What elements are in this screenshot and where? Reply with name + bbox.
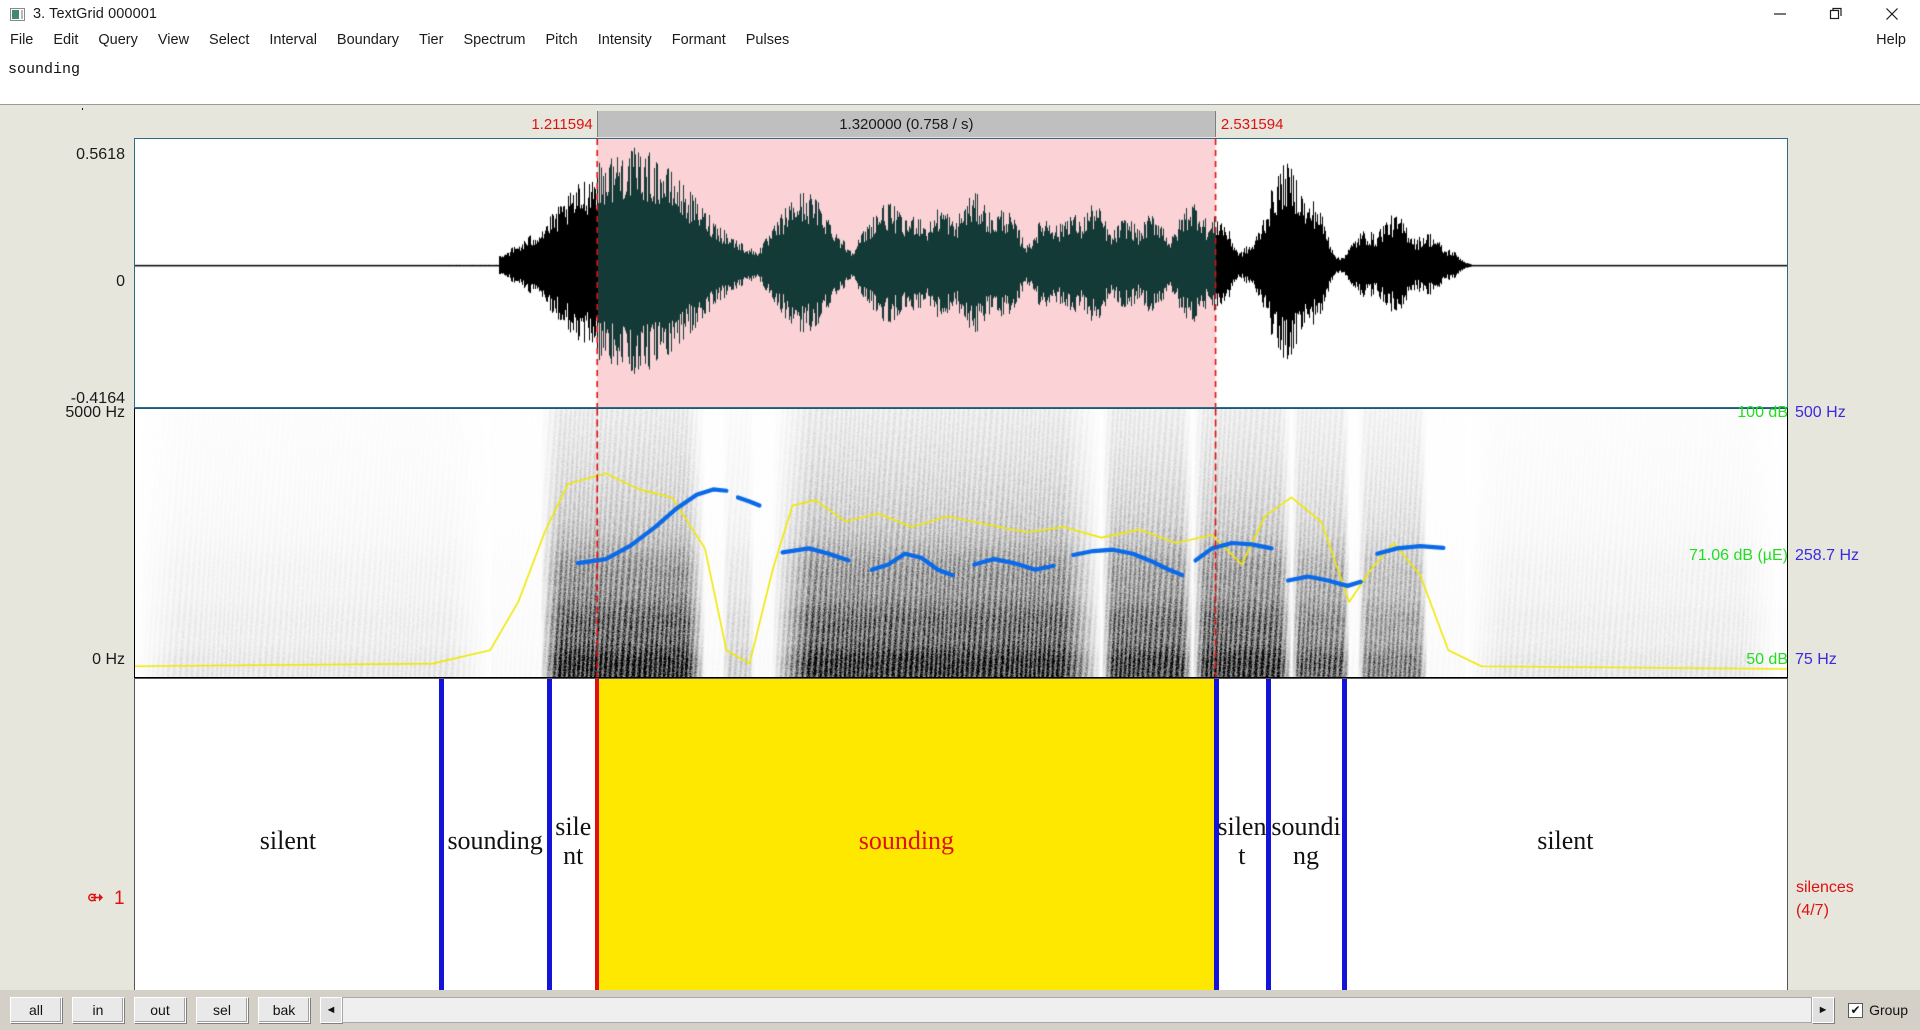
- tier-cursor-boundary[interactable]: [595, 679, 600, 1004]
- zoom-out-button[interactable]: out: [134, 997, 186, 1023]
- spectrogram-freqmin-label: 0 Hz: [92, 651, 125, 668]
- menu-formant[interactable]: Formant: [662, 28, 736, 53]
- intensity-min-label: 50 dB: [1746, 651, 1788, 668]
- spectrogram-freqmax-label: 5000 Hz: [65, 404, 125, 421]
- menu-interval[interactable]: Interval: [259, 28, 327, 53]
- menu-intensity[interactable]: Intensity: [588, 28, 662, 53]
- tier-name-line1: silences: [1796, 879, 1854, 896]
- spectrogram-canvas[interactable]: [135, 409, 1787, 677]
- pitch-max-label: 500 Hz: [1795, 404, 1846, 421]
- close-icon[interactable]: [1864, 0, 1920, 28]
- tier-interval[interactable]: sounding: [597, 679, 1216, 1004]
- app-icon: [10, 7, 25, 21]
- tier-boundary[interactable]: [1213, 679, 1219, 1004]
- scroll-left-arrow[interactable]: ◄: [320, 997, 342, 1023]
- tier-boundary[interactable]: [1266, 679, 1272, 1004]
- tier-interval[interactable]: silen t: [1216, 679, 1269, 1004]
- pitch-min-label: 75 Hz: [1795, 651, 1837, 668]
- horizontal-scrollbar[interactable]: [342, 997, 1813, 1023]
- menu-file[interactable]: File: [0, 28, 43, 53]
- intensity-value-label: 71.06 dB (µE): [1688, 547, 1788, 564]
- menu-query[interactable]: Query: [88, 28, 148, 53]
- menu-select[interactable]: Select: [199, 28, 259, 53]
- menu-tier[interactable]: Tier: [409, 28, 453, 53]
- waveform-canvas[interactable]: [135, 139, 1787, 407]
- tier-interval-label: sile nt: [555, 812, 592, 870]
- tier-interval-label: soundi ng: [1271, 812, 1341, 870]
- menu-boundary[interactable]: Boundary: [327, 28, 409, 53]
- sound-ymax-label: 0.5618: [76, 146, 125, 163]
- maximize-icon[interactable]: [1808, 0, 1864, 28]
- pointing-hand-icon: [88, 889, 110, 910]
- zoom-in-button[interactable]: in: [72, 997, 124, 1023]
- tier-interval[interactable]: silent: [135, 679, 441, 1004]
- zoom-back-button[interactable]: bak: [258, 997, 310, 1023]
- tier-interval[interactable]: soundi ng: [1268, 679, 1343, 1004]
- spectrogram-panel[interactable]: [134, 408, 1788, 678]
- tier-interval-label: silent: [1537, 826, 1594, 856]
- tier-interval-label: silen t: [1217, 812, 1267, 870]
- group-toggle[interactable]: ✔ Group: [1848, 1002, 1908, 1018]
- menu-edit[interactable]: Edit: [43, 28, 88, 53]
- tier-interval-label: sounding: [447, 826, 543, 856]
- selection-header: 1.211594 1.320000 (0.758 / s) 2.531594: [0, 110, 1920, 138]
- group-label: Group: [1869, 1002, 1908, 1018]
- group-checkbox[interactable]: ✔: [1848, 1002, 1864, 1018]
- textgrid-tier-panel[interactable]: silent sounding sile nt sounding silen t soun…: [134, 678, 1788, 1005]
- selection-start-time: 1.211594: [531, 115, 593, 133]
- tier-boundary[interactable]: [438, 679, 444, 1004]
- zoom-sel-button[interactable]: sel: [196, 997, 248, 1023]
- menu-help[interactable]: Help: [1876, 28, 1906, 53]
- zoom-all-button[interactable]: all: [10, 997, 62, 1023]
- menu-pulses[interactable]: Pulses: [736, 28, 800, 53]
- minimize-icon[interactable]: [1752, 0, 1808, 28]
- tier-interval[interactable]: sile nt: [549, 679, 597, 1004]
- interval-text-entry[interactable]: [0, 53, 1920, 126]
- tier-boundary[interactable]: [1341, 679, 1347, 1004]
- selection-duration: 1.320000 (0.758 / s): [596, 111, 1216, 137]
- praat-textgrid-editor-window: 3. TextGrid 000001 File Edit Query View …: [0, 0, 1920, 1030]
- title-bar: 3. TextGrid 000001: [0, 0, 1920, 28]
- tier-name: silences (4/7): [1796, 876, 1916, 922]
- pitch-value-label: 258.7 Hz: [1795, 547, 1860, 564]
- tier-boundary[interactable]: [547, 679, 553, 1004]
- tier-interval-label: silent: [259, 826, 317, 856]
- tier-interval-label: sounding: [858, 826, 955, 856]
- waveform-panel[interactable]: [134, 138, 1788, 408]
- sound-zero-label: 0: [116, 273, 125, 290]
- tier-name-line2: (4/7): [1796, 902, 1829, 920]
- window-title: 3. TextGrid 000001: [33, 6, 158, 22]
- tier-interval[interactable]: sounding: [441, 679, 549, 1004]
- window-controls: [1752, 0, 1920, 28]
- selection-end-time: 2.531594: [1220, 115, 1284, 133]
- menu-pitch[interactable]: Pitch: [536, 28, 588, 53]
- menu-bar: File Edit Query View Select Interval Bou…: [0, 28, 1920, 53]
- tier-handle[interactable]: 1: [88, 888, 125, 910]
- tier-number: 1: [114, 888, 125, 909]
- interval-text-input[interactable]: [8, 58, 1912, 80]
- tier-interval[interactable]: silent: [1344, 679, 1787, 1004]
- menu-spectrum[interactable]: Spectrum: [453, 28, 535, 53]
- scroll-right-arrow[interactable]: ►: [1812, 997, 1835, 1023]
- intensity-max-label: 100 dB: [1737, 404, 1788, 421]
- bottom-toolbar: all in out sel bak ◄ ► ✔ Group: [0, 990, 1920, 1030]
- editor-canvas: 1.211594 1.320000 (0.758 / s) 2.531594 0…: [0, 110, 1920, 1030]
- menu-view[interactable]: View: [148, 28, 199, 53]
